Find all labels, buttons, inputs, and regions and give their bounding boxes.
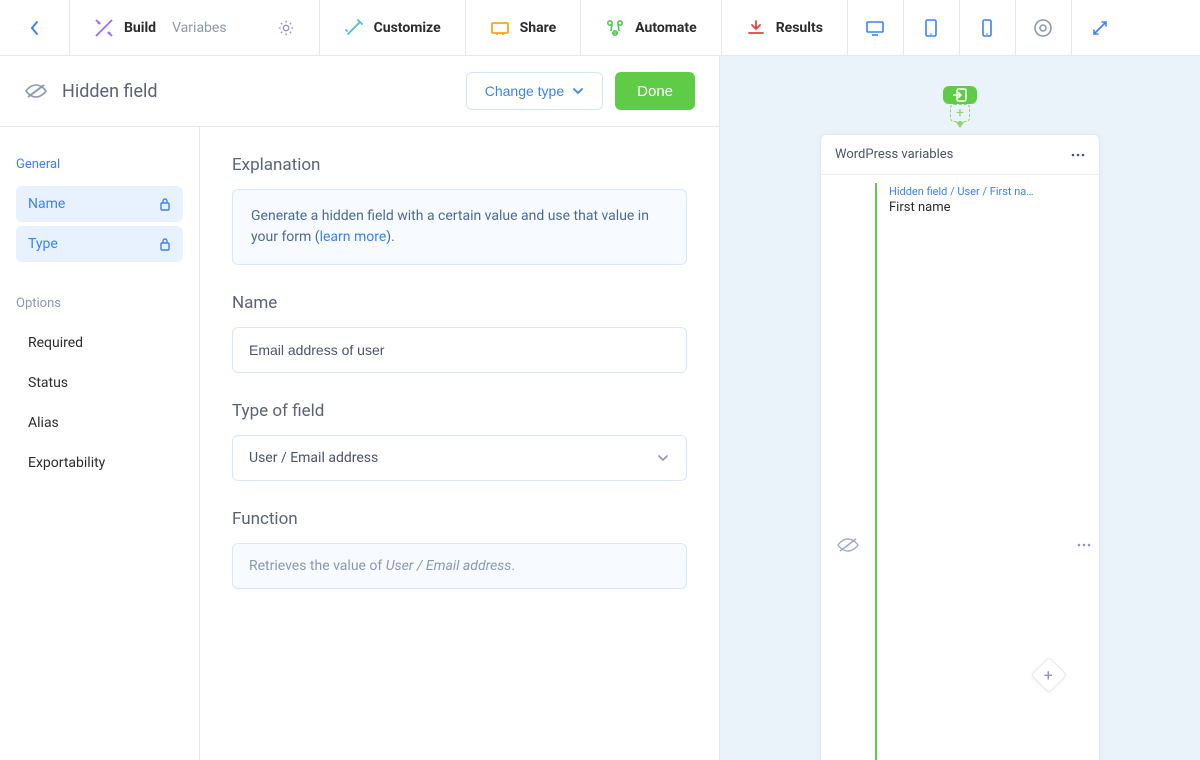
device-desktop-button[interactable] — [848, 0, 904, 55]
magic-wand-icon — [344, 18, 364, 38]
device-phone-button[interactable] — [960, 0, 1016, 55]
gear-icon[interactable] — [277, 19, 295, 37]
explanation-label: Explanation — [232, 155, 687, 175]
lock-icon — [159, 197, 171, 211]
sidemenu-item-status[interactable]: Status — [16, 365, 183, 401]
tab-build-label: Build — [124, 20, 156, 36]
tab-results[interactable]: Results — [722, 0, 848, 55]
page-title: Hidden field — [62, 81, 158, 102]
tab-customize[interactable]: Customize — [320, 0, 466, 55]
learn-more-link[interactable]: learn more — [320, 229, 387, 245]
results-icon — [746, 18, 766, 38]
group-general-label: General — [16, 157, 183, 172]
tablet-icon — [923, 18, 939, 38]
help-icon — [1033, 18, 1053, 38]
header-bar: Hidden field Change type Done — [0, 56, 719, 127]
phone-icon — [980, 18, 994, 38]
share-icon — [490, 18, 510, 38]
type-label: Type of field — [232, 401, 687, 421]
name-input[interactable] — [232, 327, 687, 373]
chevron-left-icon — [29, 20, 41, 36]
tab-customize-label: Customize — [374, 20, 441, 36]
sidemenu-item-type[interactable]: Type — [16, 226, 183, 262]
item-sub-label: Hidden field / User / First name — [889, 185, 1039, 198]
tab-share[interactable]: Share — [466, 0, 582, 55]
flow-start-node[interactable] — [943, 86, 977, 104]
dots-icon — [1071, 153, 1085, 157]
help-button[interactable] — [1016, 0, 1072, 55]
top-nav: Build Variabes Customize Share Automate … — [0, 0, 1200, 56]
function-label: Function — [232, 509, 687, 529]
item-menu-button[interactable] — [1069, 175, 1099, 760]
lock-icon — [159, 237, 171, 251]
expand-icon — [1091, 19, 1109, 37]
add-node-button[interactable]: + — [950, 104, 970, 122]
back-button[interactable] — [0, 0, 70, 55]
sidemenu-item-name[interactable]: Name — [16, 186, 183, 222]
hidden-icon — [821, 175, 875, 760]
sidemenu-item-exportability[interactable]: Exportability — [16, 445, 183, 481]
automate-icon — [605, 18, 625, 38]
build-icon — [94, 18, 114, 38]
main: Hidden field Change type Done General Na… — [0, 56, 1200, 760]
arrow-icon — [956, 122, 964, 128]
tab-share-label: Share — [520, 20, 557, 36]
tab-automate-label: Automate — [635, 20, 697, 36]
tab-build[interactable]: Build Variabes — [70, 0, 320, 55]
sidemenu-item-alias[interactable]: Alias — [16, 405, 183, 441]
explanation-box: Generate a hidden field with a certain v… — [232, 189, 687, 265]
function-box: Retrieves the value of User / Email addr… — [232, 543, 687, 589]
hidden-field-icon — [24, 81, 48, 101]
dots-icon — [1077, 543, 1091, 547]
left-pane: Hidden field Change type Done General Na… — [0, 56, 720, 760]
desktop-icon — [865, 18, 885, 38]
content: General Name Type Options Required Statu… — [0, 127, 719, 760]
done-button[interactable]: Done — [615, 72, 695, 110]
side-menu: General Name Type Options Required Statu… — [0, 127, 200, 760]
chevron-down-icon — [656, 453, 670, 463]
tab-automate[interactable]: Automate — [581, 0, 722, 55]
change-type-button[interactable]: Change type — [466, 72, 603, 110]
canvas-pane: + WordPress variables Hidden field / Use… — [720, 56, 1200, 760]
tab-results-label: Results — [776, 20, 823, 36]
name-label: Name — [232, 293, 687, 313]
panel-title: WordPress variables — [835, 147, 953, 162]
group-options-label: Options — [16, 296, 183, 311]
enter-icon — [951, 86, 969, 104]
sidemenu-item-required[interactable]: Required — [16, 325, 183, 361]
panel-menu-button[interactable] — [1071, 153, 1085, 157]
device-tablet-button[interactable] — [904, 0, 960, 55]
type-select[interactable]: User / Email address — [232, 435, 687, 481]
form-pane: Explanation Generate a hidden field with… — [200, 127, 719, 760]
tab-variables-label[interactable]: Variabes — [172, 20, 227, 36]
expand-button[interactable] — [1072, 0, 1128, 55]
chevron-down-icon — [572, 87, 584, 95]
